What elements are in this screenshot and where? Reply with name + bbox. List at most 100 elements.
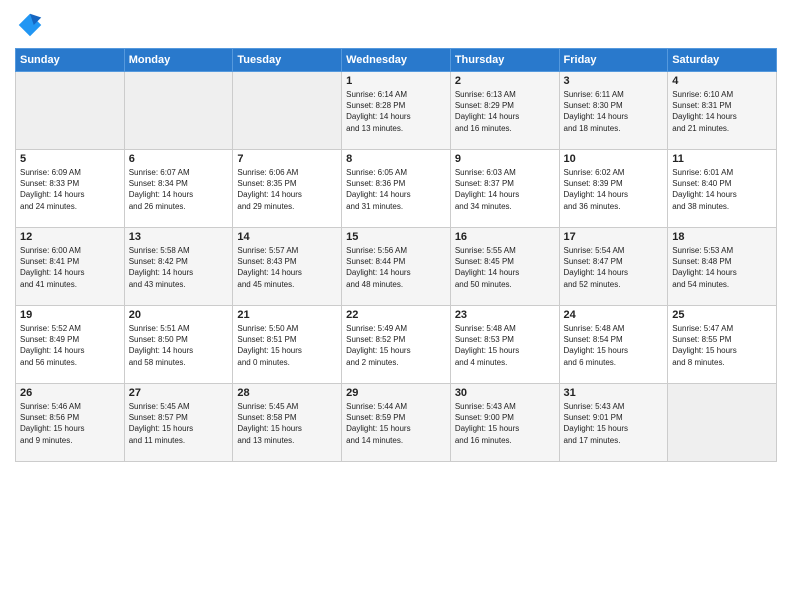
day-info: Sunrise: 5:43 AM Sunset: 9:00 PM Dayligh… [455,401,555,446]
weekday-header-monday: Monday [124,49,233,72]
day-number: 16 [455,231,555,243]
day-number: 26 [20,387,120,399]
calendar-cell: 14 Sunrise: 5:57 AM Sunset: 8:43 PM Dayli… [233,228,342,306]
calendar-cell [233,72,342,150]
calendar-cell: 7Sunrise: 6:06 AM Sunset: 8:35 PM Daylig… [233,150,342,228]
day-info: Sunrise: 5:57 AM Sunset: 8:43 PM Dayligh… [237,245,337,290]
day-number: 17 [564,231,664,243]
day-info: Sunrise: 6:03 AM Sunset: 8:37 PM Dayligh… [455,167,555,212]
day-number: 8 [346,153,446,165]
day-number: 1 [346,75,446,87]
weekday-header-sunday: Sunday [16,49,125,72]
day-info: Sunrise: 5:45 AM Sunset: 8:58 PM Dayligh… [237,401,337,446]
calendar-week-5: 26Sunrise: 5:46 AM Sunset: 8:56 PM Dayli… [16,384,777,462]
calendar-cell: 2Sunrise: 6:13 AM Sunset: 8:29 PM Daylig… [450,72,559,150]
calendar-cell: 29 Sunrise: 5:44 AM Sunset: 8:59 PM Dayli… [342,384,451,462]
calendar-cell: 10 Sunrise: 6:02 AM Sunset: 8:39 PM Dayli… [559,150,668,228]
weekday-header-friday: Friday [559,49,668,72]
calendar-cell: 13 Sunrise: 5:58 AM Sunset: 8:42 PM Dayli… [124,228,233,306]
day-info: Sunrise: 5:45 AM Sunset: 8:57 PM Dayligh… [129,401,229,446]
day-number: 11 [672,153,772,165]
weekday-header-saturday: Saturday [668,49,777,72]
day-info: Sunrise: 5:50 AM Sunset: 8:51 PM Dayligh… [237,323,337,368]
header-row: SundayMondayTuesdayWednesdayThursdayFrid… [16,49,777,72]
calendar-table: SundayMondayTuesdayWednesdayThursdayFrid… [15,48,777,462]
day-info: Sunrise: 6:11 AM Sunset: 8:30 PM Dayligh… [564,89,664,134]
calendar-cell: 20 Sunrise: 5:51 AM Sunset: 8:50 PM Dayli… [124,306,233,384]
day-info: Sunrise: 5:55 AM Sunset: 8:45 PM Dayligh… [455,245,555,290]
calendar-cell: 8Sunrise: 6:05 AM Sunset: 8:36 PM Daylig… [342,150,451,228]
calendar-cell: 30 Sunrise: 5:43 AM Sunset: 9:00 PM Dayli… [450,384,559,462]
day-info: Sunrise: 5:52 AM Sunset: 8:49 PM Dayligh… [20,323,120,368]
calendar-cell: 27 Sunrise: 5:45 AM Sunset: 8:57 PM Dayli… [124,384,233,462]
day-info: Sunrise: 5:51 AM Sunset: 8:50 PM Dayligh… [129,323,229,368]
calendar-cell: 17 Sunrise: 5:54 AM Sunset: 8:47 PM Dayli… [559,228,668,306]
calendar-cell: 18 Sunrise: 5:53 AM Sunset: 8:48 PM Dayli… [668,228,777,306]
calendar-cell: 31 Sunrise: 5:43 AM Sunset: 9:01 PM Dayli… [559,384,668,462]
day-info: Sunrise: 6:02 AM Sunset: 8:39 PM Dayligh… [564,167,664,212]
day-number: 4 [672,75,772,87]
day-number: 12 [20,231,120,243]
day-number: 15 [346,231,446,243]
calendar-week-1: 1Sunrise: 6:14 AM Sunset: 8:28 PM Daylig… [16,72,777,150]
calendar-cell: 12Sunrise: 6:00 AM Sunset: 8:41 PM Dayli… [16,228,125,306]
day-info: Sunrise: 5:48 AM Sunset: 8:53 PM Dayligh… [455,323,555,368]
day-number: 24 [564,309,664,321]
logo-icon [15,10,45,40]
day-number: 10 [564,153,664,165]
day-info: Sunrise: 6:13 AM Sunset: 8:29 PM Dayligh… [455,89,555,134]
calendar-cell: 22 Sunrise: 5:49 AM Sunset: 8:52 PM Dayli… [342,306,451,384]
calendar-cell: 23 Sunrise: 5:48 AM Sunset: 8:53 PM Dayli… [450,306,559,384]
day-info: Sunrise: 5:48 AM Sunset: 8:54 PM Dayligh… [564,323,664,368]
day-number: 18 [672,231,772,243]
day-number: 27 [129,387,229,399]
calendar-cell: 28 Sunrise: 5:45 AM Sunset: 8:58 PM Dayli… [233,384,342,462]
day-number: 30 [455,387,555,399]
day-info: Sunrise: 6:09 AM Sunset: 8:33 PM Dayligh… [20,167,120,212]
weekday-header-thursday: Thursday [450,49,559,72]
day-info: Sunrise: 5:49 AM Sunset: 8:52 PM Dayligh… [346,323,446,368]
calendar-cell: 25 Sunrise: 5:47 AM Sunset: 8:55 PM Dayli… [668,306,777,384]
calendar-cell: 21 Sunrise: 5:50 AM Sunset: 8:51 PM Dayli… [233,306,342,384]
calendar-week-3: 12Sunrise: 6:00 AM Sunset: 8:41 PM Dayli… [16,228,777,306]
day-number: 9 [455,153,555,165]
day-number: 28 [237,387,337,399]
logo [15,10,49,40]
calendar-cell: 1Sunrise: 6:14 AM Sunset: 8:28 PM Daylig… [342,72,451,150]
day-info: Sunrise: 5:53 AM Sunset: 8:48 PM Dayligh… [672,245,772,290]
calendar-cell: 19 Sunrise: 5:52 AM Sunset: 8:49 PM Dayli… [16,306,125,384]
weekday-header-tuesday: Tuesday [233,49,342,72]
day-number: 23 [455,309,555,321]
day-info: Sunrise: 5:47 AM Sunset: 8:55 PM Dayligh… [672,323,772,368]
day-number: 31 [564,387,664,399]
day-number: 14 [237,231,337,243]
calendar-cell [16,72,125,150]
day-number: 29 [346,387,446,399]
calendar-week-4: 19 Sunrise: 5:52 AM Sunset: 8:49 PM Dayli… [16,306,777,384]
day-number: 20 [129,309,229,321]
calendar-cell: 5Sunrise: 6:09 AM Sunset: 8:33 PM Daylig… [16,150,125,228]
calendar-cell [124,72,233,150]
day-number: 25 [672,309,772,321]
day-info: Sunrise: 6:06 AM Sunset: 8:35 PM Dayligh… [237,167,337,212]
day-info: Sunrise: 6:10 AM Sunset: 8:31 PM Dayligh… [672,89,772,134]
day-info: Sunrise: 6:07 AM Sunset: 8:34 PM Dayligh… [129,167,229,212]
day-info: Sunrise: 5:54 AM Sunset: 8:47 PM Dayligh… [564,245,664,290]
calendar-cell: 4 Sunrise: 6:10 AM Sunset: 8:31 PM Daylig… [668,72,777,150]
day-number: 21 [237,309,337,321]
day-info: Sunrise: 5:44 AM Sunset: 8:59 PM Dayligh… [346,401,446,446]
page: SundayMondayTuesdayWednesdayThursdayFrid… [0,0,792,612]
day-number: 3 [564,75,664,87]
calendar-cell [668,384,777,462]
day-number: 19 [20,309,120,321]
day-number: 13 [129,231,229,243]
calendar-cell: 24 Sunrise: 5:48 AM Sunset: 8:54 PM Dayli… [559,306,668,384]
calendar-week-2: 5Sunrise: 6:09 AM Sunset: 8:33 PM Daylig… [16,150,777,228]
day-info: Sunrise: 6:01 AM Sunset: 8:40 PM Dayligh… [672,167,772,212]
day-info: Sunrise: 5:58 AM Sunset: 8:42 PM Dayligh… [129,245,229,290]
day-info: Sunrise: 5:43 AM Sunset: 9:01 PM Dayligh… [564,401,664,446]
day-number: 22 [346,309,446,321]
day-number: 6 [129,153,229,165]
calendar-cell: 26Sunrise: 5:46 AM Sunset: 8:56 PM Dayli… [16,384,125,462]
weekday-header-wednesday: Wednesday [342,49,451,72]
